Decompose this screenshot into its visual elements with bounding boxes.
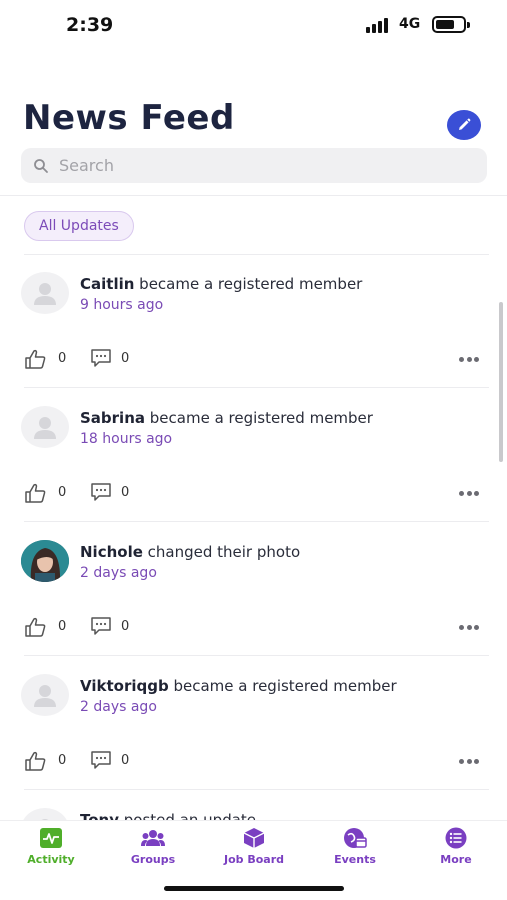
- default-avatar-icon[interactable]: [21, 808, 69, 820]
- pencil-icon: [459, 118, 471, 130]
- like-count: 0: [58, 619, 67, 634]
- network-type: 4G: [399, 16, 421, 32]
- default-avatar-icon[interactable]: [21, 406, 69, 448]
- feed-item[interactable]: Nichole changed their photo 2 days ago 0…: [0, 522, 507, 656]
- comment-count: 0: [121, 351, 130, 366]
- more-options-icon[interactable]: [459, 759, 479, 764]
- feed-item[interactable]: Caitlin became a registered member 9 hou…: [0, 254, 507, 388]
- more-options-icon[interactable]: [459, 357, 479, 362]
- signal-icon: [366, 17, 392, 33]
- search-icon: [34, 158, 48, 173]
- tab-groups[interactable]: Groups: [103, 827, 203, 866]
- filter-all-updates[interactable]: All Updates: [24, 211, 134, 241]
- scrollbar[interactable]: [499, 302, 503, 462]
- like-icon[interactable]: [24, 349, 48, 369]
- search-bar[interactable]: [21, 148, 487, 183]
- tab-label: Groups: [130, 853, 176, 866]
- feed-item-time: 18 hours ago: [80, 431, 173, 447]
- comment-icon[interactable]: [90, 482, 112, 502]
- feed-item-time: 2 days ago: [80, 565, 157, 581]
- search-input[interactable]: [59, 156, 459, 175]
- feed-item-time: 9 hours ago: [80, 297, 164, 313]
- member-name[interactable]: Tony: [80, 811, 119, 820]
- status-time: 2:39: [66, 14, 114, 36]
- like-count: 0: [58, 351, 67, 366]
- tab-events[interactable]: Events: [305, 827, 405, 866]
- comment-icon[interactable]: [90, 616, 112, 636]
- battery-icon: [432, 16, 470, 33]
- tab-more[interactable]: More: [406, 827, 506, 866]
- feed-item[interactable]: Sabrina became a registered member 18 ho…: [0, 388, 507, 522]
- like-count: 0: [58, 485, 67, 500]
- feed-item[interactable]: Viktoriqgb became a registered member 2 …: [0, 656, 507, 790]
- home-indicator[interactable]: [164, 886, 344, 891]
- comment-icon[interactable]: [90, 750, 112, 770]
- feed-item-actions: 0 0: [24, 481, 484, 505]
- member-name[interactable]: Caitlin: [80, 275, 134, 293]
- news-feed-list: Caitlin became a registered member 9 hou…: [0, 254, 507, 820]
- like-icon[interactable]: [24, 751, 48, 771]
- feed-item-text: Nichole changed their photo: [80, 543, 301, 561]
- tab-activity[interactable]: Activity: [1, 827, 101, 866]
- more-list-icon: [445, 827, 467, 849]
- comment-icon[interactable]: [90, 348, 112, 368]
- more-options-icon[interactable]: [459, 491, 479, 496]
- feed-item-actions: 0 0: [24, 615, 484, 639]
- activity-icon: [40, 828, 62, 848]
- like-icon[interactable]: [24, 483, 48, 503]
- photo-avatar[interactable]: [21, 540, 69, 582]
- member-name[interactable]: Sabrina: [80, 409, 145, 427]
- feed-item-actions: 0 0: [24, 749, 484, 773]
- tab-label: More: [440, 853, 472, 866]
- comment-count: 0: [121, 753, 130, 768]
- default-avatar-icon[interactable]: [21, 674, 69, 716]
- default-avatar-icon[interactable]: [21, 272, 69, 314]
- header-divider: [0, 195, 507, 196]
- tab-job-board[interactable]: Job Board: [204, 827, 304, 866]
- page-title: News Feed: [23, 98, 235, 138]
- feed-item-text: Tony posted an update: [80, 811, 256, 820]
- comment-count: 0: [121, 619, 130, 634]
- tab-label: Job Board: [223, 853, 285, 866]
- more-options-icon[interactable]: [459, 625, 479, 630]
- events-icon: [344, 828, 367, 848]
- groups-icon: [141, 830, 165, 846]
- feed-item[interactable]: Tony posted an update: [0, 790, 507, 820]
- status-bar: 2:39 4G: [0, 0, 507, 52]
- feed-item-actions: 0 0: [24, 347, 484, 371]
- feed-item-text: Sabrina became a registered member: [80, 409, 373, 427]
- feed-item-text: Viktoriqgb became a registered member: [80, 677, 397, 695]
- feed-item-text: Caitlin became a registered member: [80, 275, 363, 293]
- like-icon[interactable]: [24, 617, 48, 637]
- member-name[interactable]: Viktoriqgb: [80, 677, 169, 695]
- feed-item-time: 2 days ago: [80, 699, 157, 715]
- like-count: 0: [58, 753, 67, 768]
- tab-label: Activity: [27, 853, 75, 866]
- member-name[interactable]: Nichole: [80, 543, 143, 561]
- compose-button[interactable]: [447, 110, 481, 140]
- job-board-icon: [243, 828, 265, 848]
- comment-count: 0: [121, 485, 130, 500]
- tab-label: Events: [334, 853, 376, 866]
